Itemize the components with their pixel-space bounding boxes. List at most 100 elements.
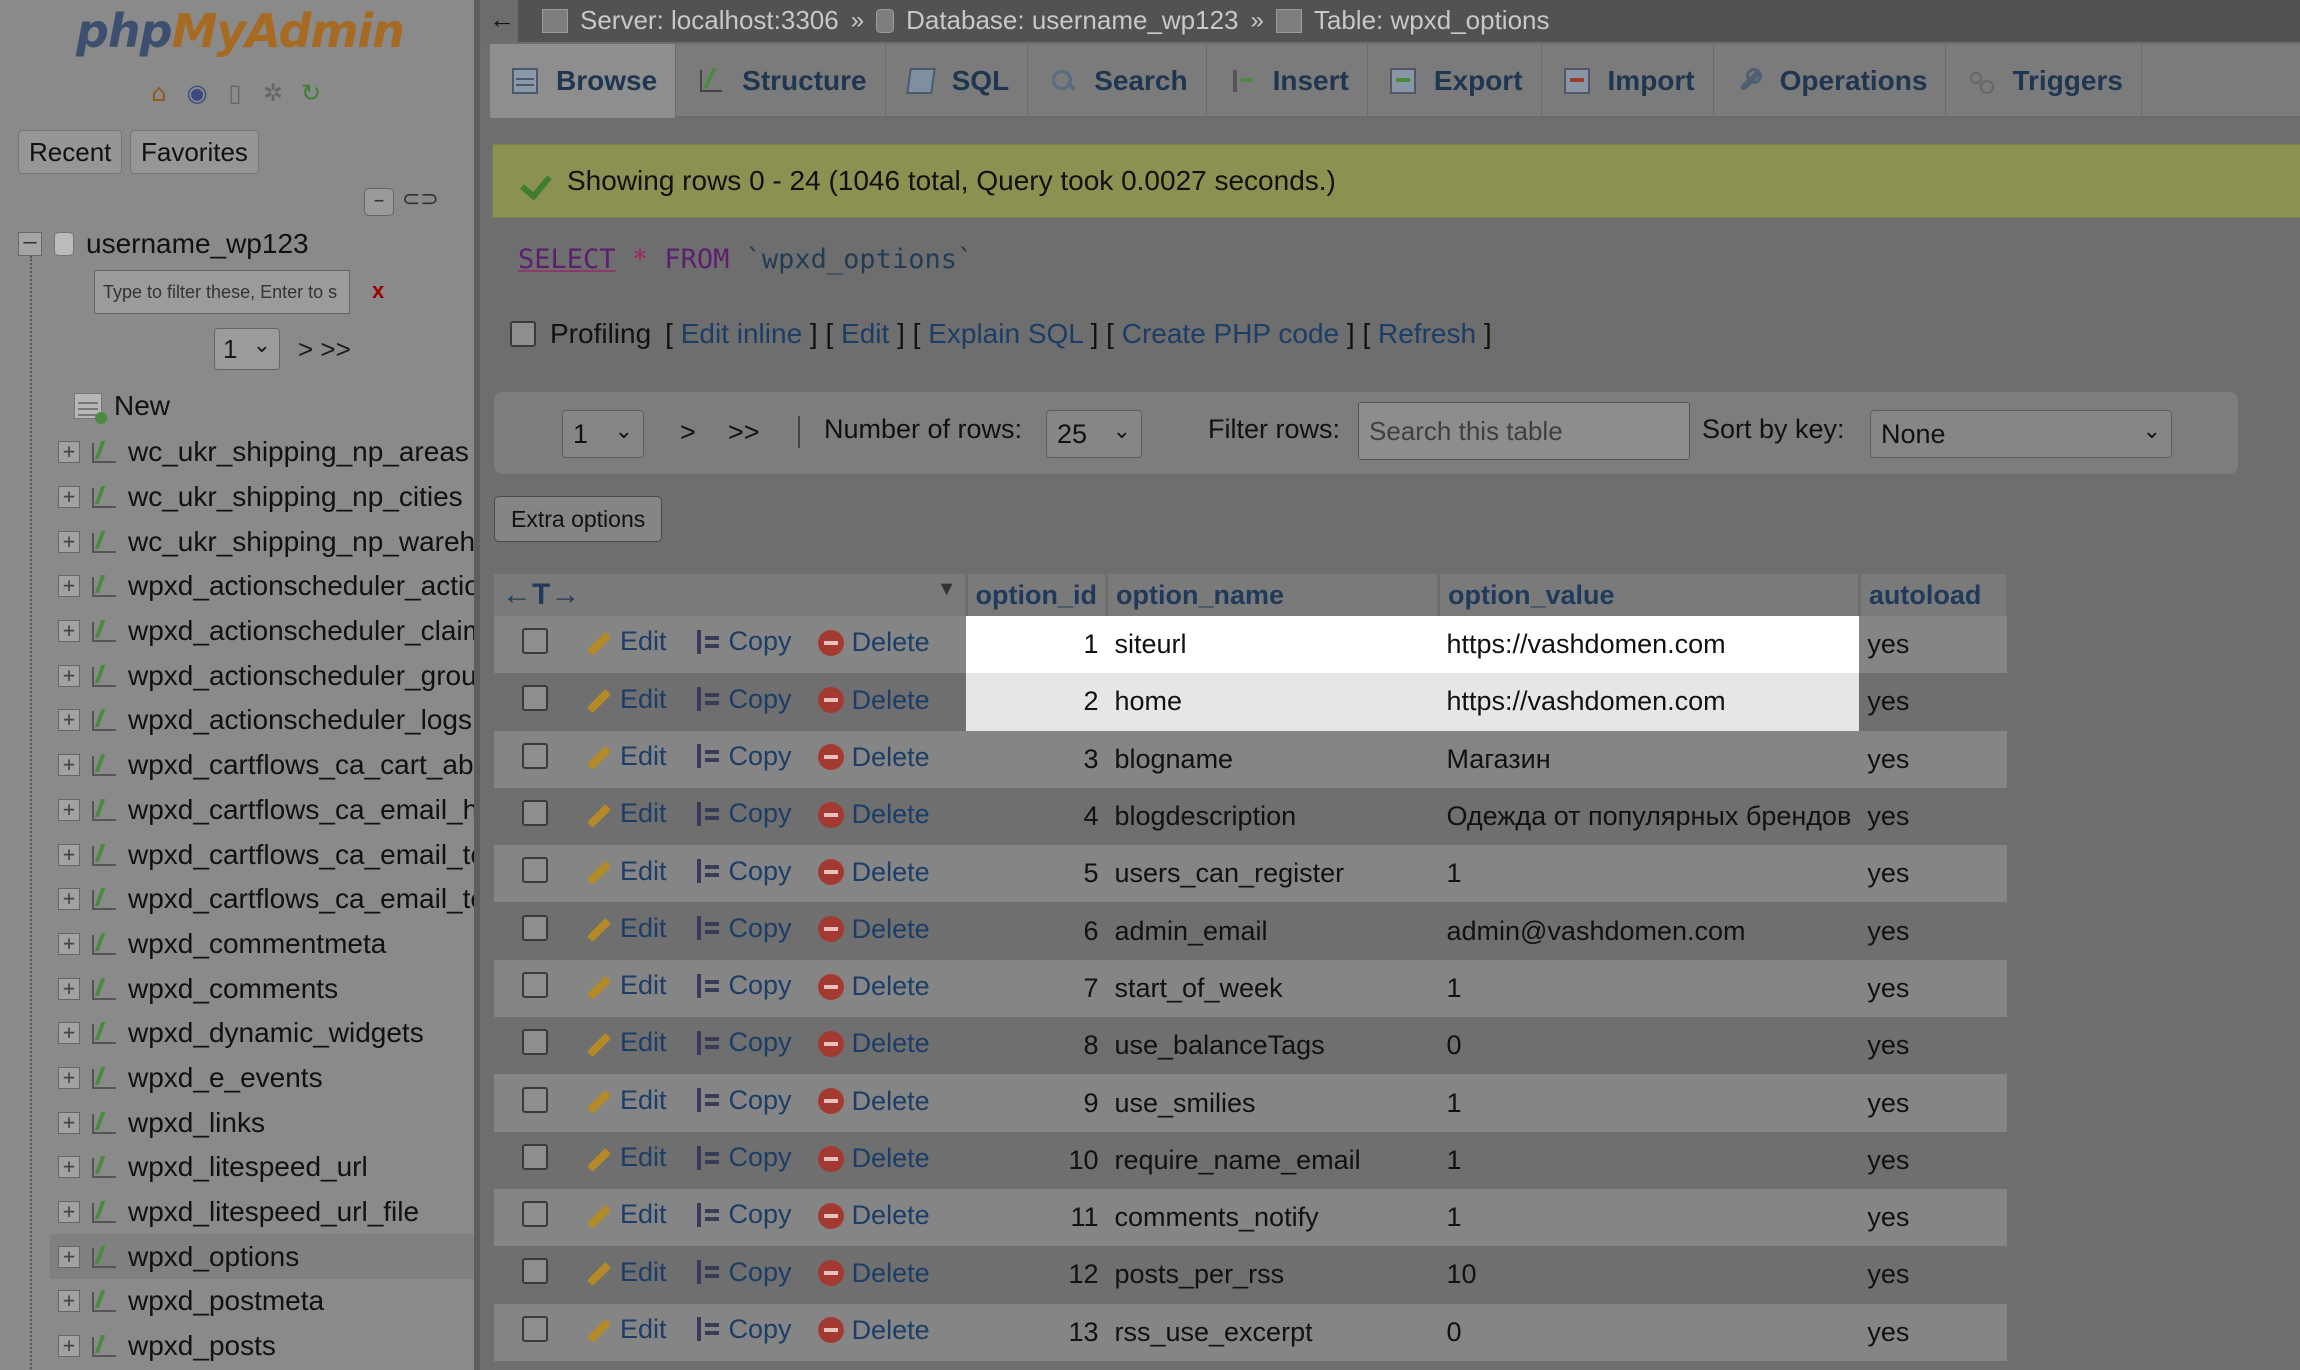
cell-option-name[interactable]: blogdescription	[1106, 787, 1439, 846]
cell-autoload[interactable]: yes	[1859, 730, 2008, 788]
expand-icon[interactable]: +	[58, 1335, 80, 1358]
new-table-node[interactable]: New	[74, 390, 170, 424]
row-checkbox[interactable]	[522, 1029, 548, 1056]
cell-option-value[interactable]: 1	[1438, 1188, 1860, 1247]
sidebar-table-item[interactable]: + wpxd_commentmeta	[58, 922, 474, 967]
sidebar-table-item[interactable]: + wpxd_litespeed_url_file	[58, 1190, 474, 1235]
column-header-option-id[interactable]: option_id	[966, 574, 1108, 616]
edit-link[interactable]: Edit	[841, 318, 889, 349]
table-structure-icon[interactable]	[90, 529, 118, 555]
cell-option-name[interactable]: use_smilies	[1106, 1074, 1439, 1132]
recent-button[interactable]: Recent	[18, 130, 123, 174]
tab-import[interactable]: Import	[1542, 44, 1714, 118]
sidebar-table-label[interactable]: wpxd_postmeta	[128, 1285, 324, 1317]
cell-option-name[interactable]: start_of_week	[1106, 959, 1439, 1018]
tab-triggers[interactable]: Triggers	[1946, 44, 2142, 118]
expand-icon[interactable]: +	[58, 754, 80, 777]
cell-option-name[interactable]: rss_use_excerpt	[1106, 1303, 1439, 1361]
row-checkbox[interactable]	[522, 1315, 548, 1342]
sidebar-table-label[interactable]: wc_ukr_shipping_np_cities	[128, 481, 463, 513]
sidebar-table-item[interactable]: + wpxd_comments	[58, 966, 474, 1011]
collapse-all-button[interactable]: –	[364, 188, 394, 216]
breadcrumb-table[interactable]: Table: wpxd_options	[1314, 5, 1550, 36]
database-name[interactable]: username_wp123	[86, 228, 309, 260]
cell-option-name[interactable]: comments_notify	[1106, 1188, 1439, 1247]
expand-icon[interactable]: +	[58, 620, 80, 643]
sidebar-table-label[interactable]: wc_ukr_shipping_np_areas	[128, 436, 469, 468]
cell-option-id[interactable]: 2	[966, 673, 1107, 731]
refresh-link[interactable]: Refresh	[1378, 318, 1476, 349]
expand-icon[interactable]: +	[58, 1245, 80, 1268]
sql-select-keyword[interactable]: SELECT	[518, 244, 616, 275]
cell-autoload[interactable]: yes	[1859, 902, 2008, 960]
cell-option-id[interactable]: 1	[966, 616, 1107, 674]
edit-row-button[interactable]: Edit	[584, 1199, 667, 1230]
sidebar-page-select[interactable]: 1	[214, 325, 280, 370]
sidebar-table-label[interactable]: wpxd_commentmeta	[128, 928, 386, 960]
delete-row-button[interactable]: Delete	[817, 1143, 930, 1174]
cell-autoload[interactable]: yes	[1859, 787, 2008, 846]
expand-icon[interactable]: +	[58, 888, 80, 911]
table-structure-icon[interactable]	[90, 663, 118, 689]
sidebar-table-label[interactable]: wpxd_litespeed_url	[128, 1151, 368, 1183]
cell-option-name[interactable]: siteurl	[1106, 616, 1439, 674]
cell-option-value[interactable]: 0	[1438, 1303, 1860, 1361]
sidebar-table-item[interactable]: + wpxd_litespeed_url	[58, 1145, 474, 1190]
edit-row-button[interactable]: Edit	[584, 1085, 667, 1116]
edit-row-button[interactable]: Edit	[584, 684, 667, 715]
row-checkbox[interactable]	[522, 857, 548, 884]
last-page-button[interactable]: >>	[714, 404, 774, 460]
edit-inline-link[interactable]: Edit inline	[681, 318, 802, 349]
expand-icon[interactable]: +	[58, 441, 80, 464]
expand-icon[interactable]: +	[58, 977, 80, 1000]
table-structure-icon[interactable]	[90, 976, 118, 1002]
cell-option-name[interactable]: require_name_email	[1106, 1131, 1439, 1189]
cell-autoload[interactable]: yes	[1859, 1246, 2008, 1304]
column-resize-icon[interactable]: ←T→	[502, 578, 580, 611]
delete-row-button[interactable]: Delete	[817, 1028, 930, 1059]
edit-row-button[interactable]: Edit	[584, 741, 667, 772]
sidebar-table-item[interactable]: + wpxd_actionscheduler_logs	[58, 698, 474, 743]
cell-option-id[interactable]: 11	[966, 1188, 1107, 1247]
database-node[interactable]: – username_wp123	[18, 228, 309, 260]
new-table-label[interactable]: New	[114, 390, 170, 422]
delete-row-button[interactable]: Delete	[817, 914, 930, 945]
table-structure-icon[interactable]	[90, 439, 118, 465]
sidebar-table-item[interactable]: + wpxd_actionscheduler_actions	[58, 564, 474, 609]
cell-option-value[interactable]: 1	[1438, 1131, 1860, 1189]
sidebar-table-item[interactable]: + wpxd_cartflows_ca_email_templates_meta	[58, 877, 474, 922]
explain-sql-link[interactable]: Explain SQL	[928, 318, 1083, 349]
edit-row-button[interactable]: Edit	[584, 1027, 667, 1058]
table-structure-icon[interactable]	[90, 842, 118, 868]
sidebar-table-item[interactable]: + wpxd_actionscheduler_groups	[58, 653, 474, 698]
tab-insert[interactable]: Insert	[1207, 44, 1368, 118]
delete-row-button[interactable]: Delete	[817, 742, 930, 773]
tab-sql[interactable]: SQL	[886, 44, 1029, 118]
cell-option-id[interactable]: 13	[966, 1303, 1107, 1361]
table-structure-icon[interactable]	[90, 618, 118, 644]
edit-row-button[interactable]: Edit	[584, 970, 667, 1001]
table-structure-icon[interactable]	[90, 1333, 118, 1359]
row-checkbox[interactable]	[522, 1086, 548, 1113]
collapse-sidebar-button[interactable]: ←	[486, 0, 518, 42]
sidebar-table-item[interactable]: + wpxd_actionscheduler_claims	[58, 609, 474, 654]
copy-row-button[interactable]: Copy	[693, 1257, 792, 1288]
edit-row-button[interactable]: Edit	[584, 1257, 667, 1288]
phpmyadmin-logo[interactable]: phpMyAdmin	[76, 4, 405, 58]
sidebar-table-item[interactable]: + wpxd_dynamic_widgets	[58, 1011, 474, 1056]
cell-autoload[interactable]: yes	[1859, 616, 2008, 674]
sidebar-table-item[interactable]: + wpxd_cartflows_ca_email_history	[58, 788, 474, 833]
tab-browse[interactable]: Browse	[490, 44, 677, 118]
edit-row-button[interactable]: Edit	[584, 798, 667, 829]
docs-icon[interactable]: ▯	[220, 78, 250, 108]
row-checkbox[interactable]	[522, 1201, 548, 1228]
copy-row-button[interactable]: Copy	[693, 1085, 792, 1116]
collapse-database-icon[interactable]: –	[18, 232, 42, 256]
row-checkbox[interactable]	[522, 1143, 548, 1170]
sidebar-table-label[interactable]: wpxd_e_events	[128, 1062, 323, 1094]
table-structure-icon[interactable]	[90, 752, 118, 778]
table-structure-icon[interactable]	[90, 1065, 118, 1091]
favorites-button[interactable]: Favorites	[130, 130, 259, 174]
tab-search[interactable]: Search	[1028, 44, 1207, 118]
copy-row-button[interactable]: Copy	[693, 1142, 792, 1173]
